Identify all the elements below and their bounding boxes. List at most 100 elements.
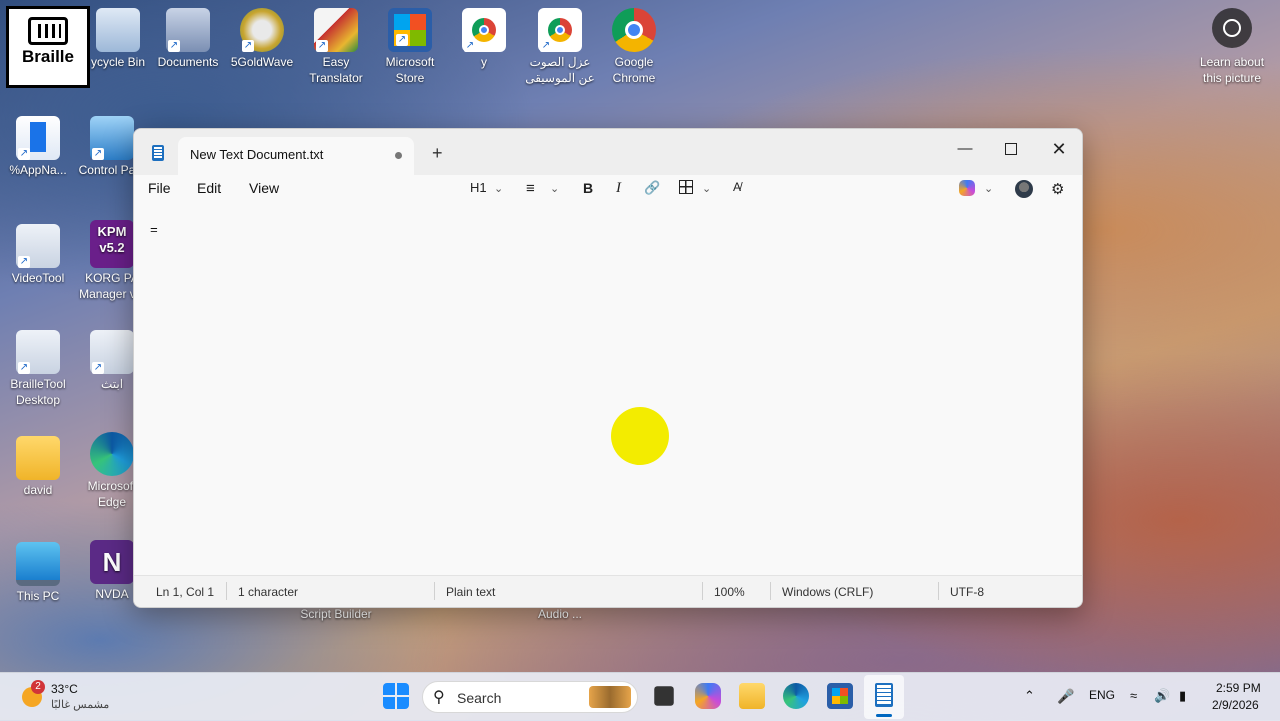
zoom-level[interactable]: 100% bbox=[714, 585, 745, 599]
list-icon[interactable]: ≡ bbox=[526, 180, 535, 197]
battery-icon[interactable]: ▮ bbox=[1179, 688, 1186, 704]
heading-dropdown[interactable]: H1 bbox=[470, 180, 487, 195]
minimize-icon[interactable]: — bbox=[942, 135, 988, 163]
chevron-down-icon[interactable]: ⌄ bbox=[702, 182, 711, 195]
desktop-icon-recycle-bin[interactable]: ycycle Bin bbox=[80, 8, 156, 70]
search-highlight-image-icon bbox=[589, 686, 631, 708]
text-editor[interactable]: = bbox=[134, 205, 1082, 575]
weather-desc: مشمس غالبًا bbox=[51, 699, 110, 711]
desktop-icon-brailletool-desktop[interactable]: ↗ BrailleTool Desktop bbox=[0, 330, 76, 408]
menu-file[interactable]: File bbox=[148, 180, 171, 196]
bold-button[interactable]: B bbox=[583, 180, 593, 196]
link-icon[interactable]: 🔗 bbox=[644, 180, 660, 196]
file-explorer-icon[interactable] bbox=[739, 683, 765, 709]
desktop-icon-goldwave[interactable]: ↗ 5GoldWave bbox=[224, 8, 300, 70]
task-view-icon[interactable] bbox=[654, 686, 674, 706]
search-icon: ⚲ bbox=[433, 689, 445, 706]
table-icon[interactable] bbox=[679, 180, 693, 197]
goldwave-icon: ↗ bbox=[240, 8, 284, 52]
weather-widget[interactable]: 2 33°C مشمس غالبًا bbox=[18, 679, 128, 715]
notepad-icon bbox=[152, 145, 164, 161]
desktop-icon-microsoft-store[interactable]: ↗ Microsoft Store bbox=[372, 8, 448, 86]
tab-title: New Text Document.txt bbox=[190, 147, 324, 162]
menu-bar: File Edit View H1 ⌄ ≡ ⌄ B I 🔗 ⌄ A̸ ⌄ ⚙ bbox=[134, 175, 1082, 205]
clock-date[interactable]: 2/9/2026 bbox=[1212, 698, 1259, 712]
encoding[interactable]: UTF-8 bbox=[950, 585, 984, 599]
notepad-taskbar-active[interactable] bbox=[864, 675, 904, 719]
start-windows-icon[interactable] bbox=[383, 683, 409, 709]
search-box[interactable]: ⚲ Search bbox=[422, 681, 638, 713]
store-icon: ↗ bbox=[388, 8, 432, 52]
format-indicator[interactable]: Plain text bbox=[446, 585, 495, 599]
cursor-position: Ln 1, Col 1 bbox=[156, 585, 215, 599]
clock-time[interactable]: 2:59 PM bbox=[1216, 681, 1261, 695]
chevron-down-icon[interactable]: ⌄ bbox=[984, 182, 993, 195]
new-tab-plus-icon[interactable]: + bbox=[432, 143, 443, 164]
chevron-down-icon[interactable]: ⌄ bbox=[494, 182, 503, 195]
chrome-icon bbox=[612, 8, 656, 52]
nvda-icon: N bbox=[90, 540, 134, 584]
taskbar: 2 33°C مشمس غالبًا ⚲ Search ⌃ 🎤 ENG ≈ 🔊 … bbox=[0, 672, 1280, 721]
chrome-shortcut-icon: ↗ bbox=[538, 8, 582, 52]
edge-icon bbox=[90, 432, 134, 476]
italic-button[interactable]: I bbox=[616, 180, 621, 197]
desktop-icon-david[interactable]: david bbox=[0, 436, 76, 498]
recycle-bin-icon bbox=[96, 8, 140, 52]
control-panel-icon: ↗ bbox=[90, 116, 134, 160]
clear-formatting-icon[interactable]: A̸ bbox=[733, 180, 741, 194]
store-taskbar-icon[interactable] bbox=[827, 683, 853, 709]
desktop-icon-this-pc[interactable]: This PC bbox=[0, 542, 76, 604]
editor-content: = bbox=[150, 223, 158, 238]
notepad-taskbar-icon bbox=[875, 683, 893, 707]
chevron-down-icon[interactable]: ⌄ bbox=[550, 182, 559, 195]
desktop-icon-voice-isolation[interactable]: ↗ عزل الصوت عن الموسيقى bbox=[522, 8, 598, 86]
download-shortcut-icon: ↗ bbox=[16, 330, 60, 374]
user-folder-icon bbox=[16, 436, 60, 480]
title-bar[interactable]: New Text Document.txt + — ✕ bbox=[134, 129, 1082, 175]
search-label: Search bbox=[457, 690, 502, 706]
desktop-icon-appname[interactable]: ↗ %AppNa... bbox=[0, 116, 76, 178]
character-count: 1 character bbox=[238, 585, 299, 599]
download-shortcut-icon: ↗ bbox=[90, 330, 134, 374]
desktop-icon-audio-label: Audio ... bbox=[537, 607, 583, 621]
monitor-icon bbox=[16, 542, 60, 586]
desktop-icon-script-builder-label: Script Builder bbox=[300, 607, 372, 621]
desktop-icon-videotool[interactable]: ↗ VideoTool bbox=[0, 224, 76, 286]
maximize-icon[interactable] bbox=[988, 135, 1034, 163]
chevron-up-icon[interactable]: ⌃ bbox=[1024, 688, 1035, 704]
desktop-icon-easy-translator[interactable]: ↗ Easy Translator bbox=[298, 8, 374, 86]
language-indicator[interactable]: ENG bbox=[1089, 688, 1115, 702]
weather-temp: 33°C bbox=[51, 682, 78, 696]
desktop-icon-google-chrome[interactable]: Google Chrome bbox=[596, 8, 672, 86]
avatar[interactable] bbox=[1015, 180, 1033, 201]
desktop-icon-y[interactable]: ↗ y bbox=[446, 8, 522, 70]
copilot-taskbar-icon[interactable] bbox=[695, 683, 721, 709]
download-shortcut-icon: ↗ bbox=[16, 224, 60, 268]
tab-new-text-document[interactable]: New Text Document.txt bbox=[178, 137, 414, 175]
desktop-icon-documents[interactable]: ↗ Documents bbox=[150, 8, 226, 70]
microphone-icon[interactable]: 🎤 bbox=[1057, 688, 1074, 705]
status-bar: Ln 1, Col 1 1 character Plain text 100% … bbox=[134, 575, 1082, 607]
cursor-highlight-dot bbox=[611, 407, 669, 465]
unsaved-dot-icon[interactable] bbox=[395, 152, 402, 159]
korg-icon: KPM v5.2 bbox=[90, 220, 134, 268]
copilot-icon[interactable] bbox=[959, 180, 975, 199]
close-icon[interactable]: ✕ bbox=[1036, 135, 1082, 163]
braille-app-overlay[interactable]: Braille bbox=[6, 6, 90, 88]
edge-taskbar-icon[interactable] bbox=[783, 683, 809, 709]
translator-icon: ↗ bbox=[314, 8, 358, 52]
braille-label: Braille bbox=[22, 47, 74, 66]
chrome-shortcut-icon: ↗ bbox=[462, 8, 506, 52]
settings-gear-icon[interactable]: ⚙ bbox=[1051, 180, 1064, 198]
keyboard-icon bbox=[28, 17, 68, 45]
volume-icon[interactable]: 🔊 bbox=[1154, 688, 1170, 704]
folder-icon: ↗ bbox=[166, 8, 210, 52]
menu-edit[interactable]: Edit bbox=[197, 180, 221, 196]
line-ending[interactable]: Windows (CRLF) bbox=[782, 585, 873, 599]
learn-label: Learn about this picture bbox=[1199, 55, 1265, 85]
app-shortcut-icon: ↗ bbox=[16, 116, 60, 160]
learn-about-picture[interactable]: Learn about this picture bbox=[1196, 8, 1268, 86]
menu-view[interactable]: View bbox=[249, 180, 279, 196]
camera-icon bbox=[1212, 8, 1252, 48]
wifi-icon[interactable]: ≈ bbox=[1130, 688, 1137, 703]
